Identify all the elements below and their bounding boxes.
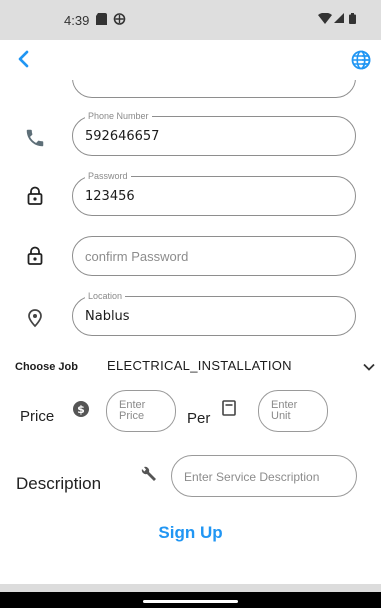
price-placeholder: Enter Price bbox=[119, 399, 146, 422]
wrench-icon bbox=[138, 466, 158, 489]
status-time: 4:39 bbox=[64, 13, 90, 28]
phone-icon bbox=[24, 127, 46, 149]
status-bar: 4:39 bbox=[0, 0, 381, 40]
location-pin-icon bbox=[24, 307, 46, 329]
wifi-icon bbox=[318, 12, 332, 26]
description-label: Description bbox=[16, 474, 102, 493]
password-field[interactable]: Password 123456 bbox=[72, 171, 356, 216]
location-value: Nablus bbox=[85, 309, 130, 324]
home-handle[interactable] bbox=[143, 600, 238, 603]
lock-icon bbox=[24, 185, 46, 207]
description-input[interactable]: Enter Service Description bbox=[171, 455, 357, 497]
globe-icon[interactable] bbox=[349, 48, 373, 72]
lock-icon bbox=[24, 245, 46, 267]
choose-job-label: Choose Job bbox=[15, 361, 78, 373]
job-select-value[interactable]: ELECTRICAL_INSTALLATION bbox=[107, 358, 292, 373]
description-placeholder: Enter Service Description bbox=[184, 470, 320, 484]
unit-placeholder: Enter Unit bbox=[271, 399, 298, 422]
gamepad-icon bbox=[113, 13, 126, 27]
phone-number-value: 592646657 bbox=[85, 129, 160, 144]
price-label: Price bbox=[20, 408, 55, 425]
dollar-icon: $ bbox=[72, 400, 90, 423]
per-label: Per bbox=[187, 410, 211, 427]
price-input[interactable]: Enter Price bbox=[106, 390, 176, 432]
chevron-down-icon[interactable] bbox=[362, 360, 376, 374]
sign-up-button[interactable]: Sign Up bbox=[0, 520, 381, 546]
location-field[interactable]: Location Nablus bbox=[72, 291, 356, 336]
app-bar-overlay bbox=[0, 40, 381, 80]
location-label: Location bbox=[85, 291, 126, 302]
unit-input[interactable]: Enter Unit bbox=[258, 390, 328, 432]
battery-icon bbox=[349, 13, 356, 26]
confirm-password-field[interactable]: confirm Password bbox=[72, 236, 356, 276]
confirm-password-placeholder: confirm Password bbox=[85, 249, 189, 264]
signal-icon bbox=[334, 13, 344, 25]
back-arrow-icon[interactable] bbox=[12, 46, 38, 72]
phone-number-field[interactable]: Phone Number 592646657 bbox=[72, 111, 356, 156]
svg-text:$: $ bbox=[77, 403, 85, 416]
sd-card-icon bbox=[96, 13, 107, 27]
calendar-icon bbox=[222, 400, 236, 421]
password-label: Password bbox=[85, 171, 131, 182]
phone-number-label: Phone Number bbox=[85, 111, 152, 122]
bottom-divider bbox=[0, 584, 381, 592]
password-value: 123456 bbox=[85, 189, 135, 204]
